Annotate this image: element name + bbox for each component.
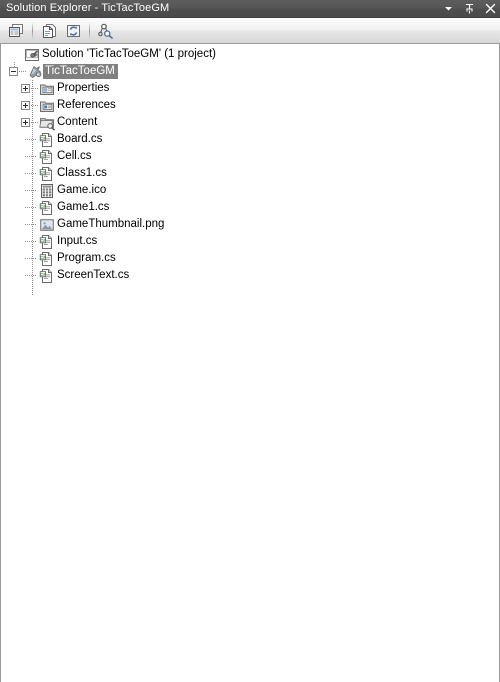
expand-toggle-minus-icon[interactable] <box>9 67 18 76</box>
toolbar-separator <box>89 22 90 39</box>
tree-item-input-cs[interactable]: C# Input.cs <box>1 233 499 250</box>
solution-tree-pane[interactable]: Solution 'TicTacToeGM' (1 project) C# TicT… <box>0 44 500 682</box>
csharp-file-icon: C# <box>38 251 55 267</box>
expand-toggle-plus-icon[interactable] <box>21 118 30 127</box>
solution-explorer-toolbar <box>0 18 500 44</box>
svg-text:C#: C# <box>39 255 45 260</box>
tree-item-label: GameThumbnail.png <box>57 218 165 230</box>
csharp-file-icon: C# <box>38 200 55 216</box>
refresh-icon[interactable] <box>61 19 85 42</box>
tree-connector <box>21 135 38 144</box>
svg-text:C#: C# <box>39 204 45 209</box>
csharp-file-icon: C# <box>38 166 55 182</box>
references-folder-icon <box>38 98 55 114</box>
class-diagram-icon[interactable] <box>94 19 118 42</box>
tree-connector <box>31 88 38 89</box>
tree-item-cell-cs[interactable]: C# Cell.cs <box>1 148 499 165</box>
tree-item-properties[interactable]: Properties <box>1 80 499 97</box>
content-folder-icon <box>38 115 55 131</box>
tree-item-content[interactable]: Content <box>1 114 499 131</box>
svg-text:C#: C# <box>35 72 41 77</box>
csharp-file-icon: C# <box>38 234 55 250</box>
tree-item-class1-cs[interactable]: C# Class1.cs <box>1 165 499 182</box>
tree-item-references[interactable]: References <box>1 97 499 114</box>
svg-text:C#: C# <box>39 272 45 277</box>
tree-item-label: Input.cs <box>57 235 98 247</box>
svg-text:C#: C# <box>39 238 45 243</box>
tree-item-board-cs[interactable]: C# Board.cs <box>1 131 499 148</box>
tree-connector <box>21 220 38 229</box>
tree-item-game1-cs[interactable]: C# Game1.cs <box>1 199 499 216</box>
tree-item-label: Program.cs <box>57 252 116 264</box>
tree-item-game-ico[interactable]: Game.ico <box>1 182 499 199</box>
tree-connector <box>21 254 38 263</box>
svg-text:C#: C# <box>39 170 45 175</box>
csharp-file-icon: C# <box>38 132 55 148</box>
tree-connector <box>21 152 38 161</box>
tree-item-label: Content <box>57 116 98 128</box>
tree-connector <box>21 203 38 212</box>
tree-item-label: Properties <box>57 82 110 94</box>
tree-connector <box>21 186 38 195</box>
chevron-down-icon[interactable] <box>442 1 455 16</box>
tree-item-label: References <box>57 99 116 111</box>
window-controls <box>442 0 497 17</box>
tree-item-program-cs[interactable]: C# Program.cs <box>1 250 499 267</box>
tree-item-label: Board.cs <box>57 133 103 145</box>
tree-item-label: Game1.cs <box>57 201 110 213</box>
tree-item-solution[interactable]: Solution 'TicTacToeGM' (1 project) <box>1 46 499 63</box>
tree-connector <box>21 271 38 280</box>
tree-item-label: ScreenText.cs <box>57 269 130 281</box>
tree-connector <box>19 71 26 72</box>
tree-item-project[interactable]: C# TicTacToeGM <box>1 63 499 80</box>
pin-icon[interactable] <box>463 1 476 16</box>
tree-item-label: Cell.cs <box>57 150 92 162</box>
tree-connector <box>31 105 38 106</box>
icon-file-icon <box>38 183 55 199</box>
close-icon[interactable] <box>484 1 497 16</box>
tree-item-label: Game.ico <box>57 184 107 196</box>
tree-item-screentext-cs[interactable]: C# ScreenText.cs <box>1 267 499 284</box>
tree-connector <box>31 122 38 123</box>
solution-explorer-window: Solution Explorer - TicTacToeGM Solution… <box>0 0 500 682</box>
svg-text:C#: C# <box>39 153 45 158</box>
expand-toggle-plus-icon[interactable] <box>21 101 30 110</box>
image-file-icon <box>38 217 55 233</box>
tree-item-label: TicTacToeGM <box>43 64 118 79</box>
properties-folder-icon <box>38 81 55 97</box>
csharp-file-icon: C# <box>38 268 55 284</box>
expand-toggle-plus-icon[interactable] <box>21 84 30 93</box>
show-all-files-icon[interactable] <box>37 19 61 42</box>
toolbar-separator <box>32 22 33 39</box>
tree-connector <box>21 169 38 178</box>
window-title: Solution Explorer - TicTacToeGM <box>6 2 170 14</box>
properties-page-icon[interactable] <box>4 19 28 42</box>
tree-item-gamethumbnail-png[interactable]: GameThumbnail.png <box>1 216 499 233</box>
tree-item-label: Solution 'TicTacToeGM' (1 project) <box>42 48 216 60</box>
tree-item-label: Class1.cs <box>57 167 107 179</box>
tree-connector <box>21 237 38 246</box>
solution-icon <box>23 47 40 63</box>
svg-text:C#: C# <box>39 136 45 141</box>
csharp-project-icon: C# <box>26 64 43 80</box>
solution-tree: Solution 'TicTacToeGM' (1 project) C# TicT… <box>1 44 499 295</box>
csharp-file-icon: C# <box>38 149 55 165</box>
window-titlebar[interactable]: Solution Explorer - TicTacToeGM <box>0 0 500 18</box>
